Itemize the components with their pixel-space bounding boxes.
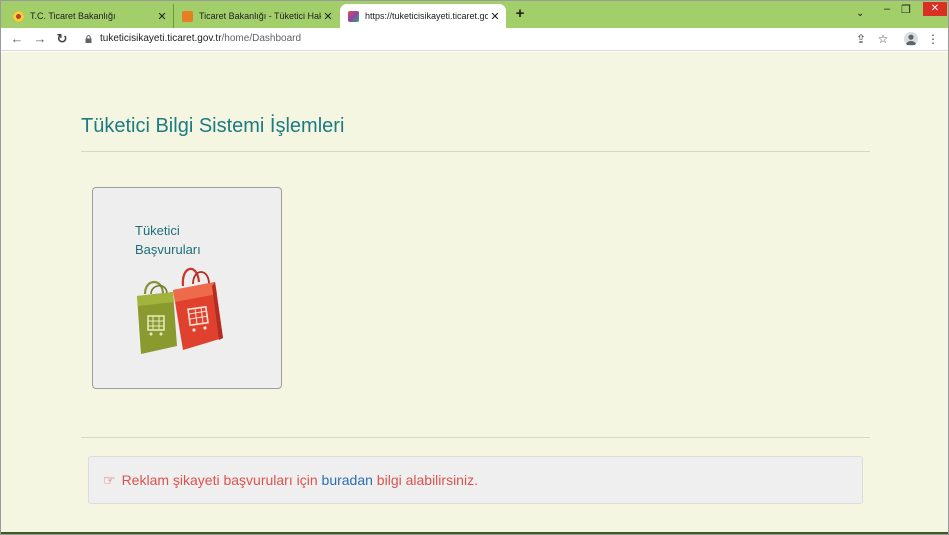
card-label-line1: Tüketici: [135, 223, 180, 238]
page-content: Tüketici Bilgi Sistemi İşlemleri Tüketic…: [1, 52, 948, 534]
tab-title: https://tuketicisikayeti.ticaret.gov: [365, 11, 488, 21]
share-icon[interactable]: ⇪: [853, 32, 869, 46]
notice-text-after: bilgi alabilirsiniz.: [372, 472, 478, 488]
tab-close-icon[interactable]: ✕: [321, 10, 335, 23]
pointing-hand-icon: ☞: [103, 472, 116, 488]
tab-tuketici-hakem[interactable]: Ticaret Bakanlığı - Tüketici Hakem ✕: [173, 4, 339, 28]
lock-icon[interactable]: [85, 35, 92, 43]
tab-title: T.C. Ticaret Bakanlığı: [30, 11, 116, 21]
url-path: /home/Dashboard: [221, 33, 302, 44]
restore-button[interactable]: ❐: [899, 3, 913, 16]
tab-favicon-icon: [182, 10, 193, 22]
notice-text: ☞ Reklam şikayeti başvuruları için burada…: [103, 472, 478, 489]
card-label-line2: Başvuruları: [135, 242, 201, 257]
url-domain: tuketicisikayeti.ticaret.gov.tr: [100, 33, 222, 44]
card-label: Tüketici Başvuruları: [135, 221, 255, 259]
page-title: Tüketici Bilgi Sistemi İşlemleri: [81, 115, 345, 137]
tab-ticaret-bakanligi[interactable]: T.C. Ticaret Bakanlığı ✕: [5, 4, 173, 28]
tab-active-dashboard[interactable]: https://tuketicisikayeti.ticaret.gov ✕: [340, 4, 506, 28]
tuketici-basvurulari-card[interactable]: Tüketici Başvuruları: [92, 187, 282, 389]
bookmark-star-icon[interactable]: ☆: [875, 32, 891, 46]
divider: [81, 151, 870, 152]
minimize-button[interactable]: –: [880, 3, 894, 15]
tab-favicon-icon: [13, 10, 24, 22]
forward-arrow-icon[interactable]: →: [32, 31, 48, 46]
tab-close-icon[interactable]: ✕: [488, 10, 502, 23]
browser-menu-icon[interactable]: ⋮: [925, 32, 941, 46]
shopping-bags-icon: [137, 267, 223, 354]
address-bar[interactable]: tuketicisikayeti.ticaret.gov.tr/home/Das…: [100, 33, 301, 44]
new-tab-button[interactable]: +: [512, 5, 528, 22]
reklam-notice: ☞ Reklam şikayeti başvuruları için burada…: [88, 456, 863, 504]
tab-search-chevron-icon[interactable]: ⌄: [856, 8, 864, 19]
tab-close-icon[interactable]: ✕: [155, 10, 169, 23]
window-close-button[interactable]: ✕: [923, 2, 947, 16]
back-arrow-icon[interactable]: ←: [9, 31, 25, 46]
notice-text-before: Reklam şikayeti başvuruları için: [121, 472, 322, 488]
divider: [81, 437, 870, 438]
tab-title: Ticaret Bakanlığı - Tüketici Hakem: [199, 11, 321, 21]
buradan-link[interactable]: buradan: [322, 472, 373, 488]
reload-icon[interactable]: ↻: [54, 31, 70, 47]
profile-avatar-icon[interactable]: [904, 32, 918, 46]
tab-favicon-icon: [348, 10, 359, 22]
browser-window: T.C. Ticaret Bakanlığı ✕ Ticaret Bakanlı…: [0, 0, 949, 535]
browser-toolbar: ← → ↻ tuketicisikayeti.ticaret.gov.tr/ho…: [1, 28, 948, 51]
tab-strip: T.C. Ticaret Bakanlığı ✕ Ticaret Bakanlı…: [1, 1, 948, 28]
